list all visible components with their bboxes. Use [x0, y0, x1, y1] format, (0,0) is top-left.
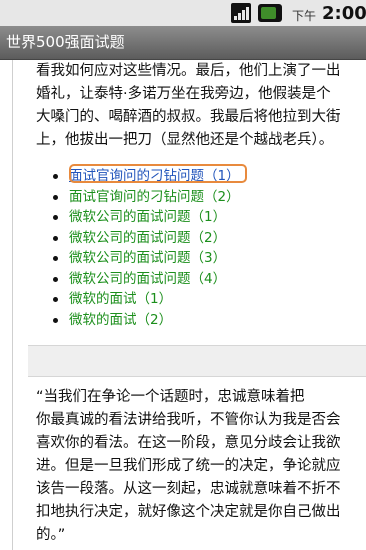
article-line: 看我如何应对这些情况。最后，他们上演了一出: [36, 63, 341, 79]
focus-highlight: [69, 164, 247, 183]
article-line: 婚礼，让泰特·多诺万坐在我旁边，他假装是个: [36, 86, 331, 102]
status-time: 2:00: [322, 3, 366, 24]
link-microsoft-interview-2[interactable]: 微软的面试（2）: [53, 310, 240, 331]
left-divider: [12, 60, 13, 550]
link-tricky-questions-2[interactable]: 面试官询问的刁钻问题（2）: [53, 187, 240, 208]
quote-line: 喜欢你的看法。在这一阶段，意见分歧会让我欲: [36, 435, 341, 451]
battery-icon: [258, 4, 282, 22]
article-line: 上，他拔出一把刀（显然他还是个越战老兵）。: [36, 132, 334, 148]
quote-line: 你最真诚的看法讲给我听，不管你认为我是否会: [36, 412, 341, 428]
quote-text: “当我们在争论一个话题时，忠诚意味着把 你最真诚的看法讲给我听，不管你认为我是否…: [36, 386, 366, 547]
link-microsoft-questions-3[interactable]: 微软公司的面试问题（3）: [53, 248, 240, 269]
quote-line: 的。”: [36, 527, 66, 543]
related-links-list: 面试官询问的刁钻问题（1） 面试官询问的刁钻问题（2） 微软公司的面试问题（1）…: [53, 166, 240, 331]
app-title-bar: 世界500强面试题: [0, 26, 366, 60]
status-bar: 下午 2:00: [0, 0, 366, 26]
quote-line: 该告一段落。从这一刻起，忠诚就意味着不折不: [36, 481, 341, 497]
link-microsoft-questions-1[interactable]: 微软公司的面试问题（1）: [53, 207, 240, 228]
article-line: 大嗓门的、喝醉酒的叔叔。我最后将他拉到大街: [36, 109, 341, 125]
section-divider: [28, 345, 366, 377]
quote-line: “当我们在争论一个话题时，忠诚意味着把: [36, 389, 305, 405]
quote-line: 进。但是一旦我们形成了统一的决定，争论就应: [36, 458, 341, 474]
article-text: 看我如何应对这些情况。最后，他们上演了一出 婚礼，让泰特·多诺万坐在我旁边，他假…: [36, 60, 366, 152]
app-title: 世界500强面试题: [6, 33, 125, 51]
content-pane[interactable]: 看我如何应对这些情况。最后，他们上演了一出 婚礼，让泰特·多诺万坐在我旁边，他假…: [0, 60, 366, 550]
signal-strength-icon: [231, 3, 251, 23]
quote-line: 扣地执行决定，就好像这个决定就是你自己做出: [36, 504, 341, 520]
link-microsoft-interview-1[interactable]: 微软的面试（1）: [53, 289, 240, 310]
status-time-period: 下午: [292, 9, 317, 23]
link-microsoft-questions-4[interactable]: 微软公司的面试问题（4）: [53, 269, 240, 290]
link-microsoft-questions-2[interactable]: 微软公司的面试问题（2）: [53, 228, 240, 249]
